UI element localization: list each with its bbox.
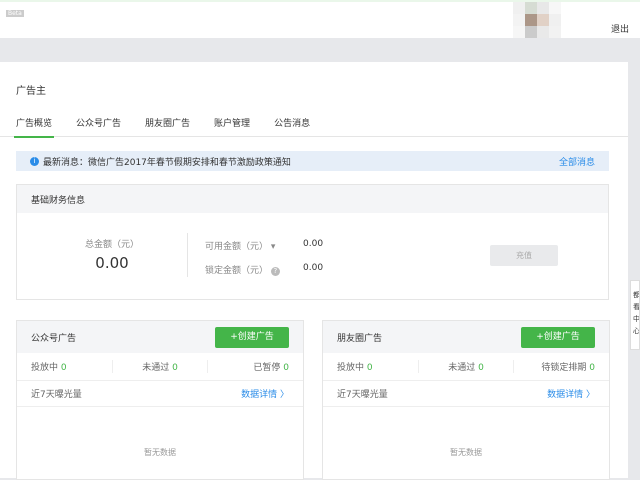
available-label: 可用金额（元） <box>205 242 269 252</box>
stat-running[interactable]: 投放中 0 <box>323 360 419 373</box>
tab-moments-ads[interactable]: 朋友圈广告 <box>145 116 190 137</box>
page-title: 广告主 <box>16 86 46 97</box>
stat-running[interactable]: 投放中 0 <box>17 360 113 373</box>
notice-bar: i 最新消息：微信广告2017年春节假期安排和春节激励政策通知 全部消息 <box>16 151 609 171</box>
create-ad-button[interactable]: +创建广告 <box>215 326 289 348</box>
stat-pending-schedule[interactable]: 待锁定排期 0 <box>514 360 609 373</box>
side-popup[interactable]: 都看中心 <box>630 280 640 350</box>
official-ads-title: 公众号广告 <box>31 333 77 344</box>
stat-rejected[interactable]: 未通过 0 <box>419 360 515 373</box>
available-value: 0.00 <box>303 239 324 249</box>
help-icon[interactable]: ? <box>270 267 280 276</box>
data-detail-link[interactable]: 数据详情 〉 <box>547 387 595 400</box>
tab-overview[interactable]: 广告概览 <box>13 116 55 138</box>
empty-state: 暂无数据 <box>144 448 176 457</box>
avatar[interactable] <box>513 2 563 40</box>
moments-ads-panel: 朋友圈广告 +创建广告 投放中 0 未通过 0 待锁定排期 0 近7天曝光量 数据详… <box>322 320 610 480</box>
tab-account[interactable]: 账户管理 <box>214 116 250 137</box>
top-bar: Beta 退出 <box>0 0 640 38</box>
available-row: 可用金额（元） ▾ 0.00 <box>205 239 323 252</box>
chevron-right-icon: 〉 <box>279 390 289 400</box>
stat-paused[interactable]: 已暂停 0 <box>208 360 303 373</box>
logout-link[interactable]: 退出 <box>611 22 629 35</box>
moments-ads-title: 朋友圈广告 <box>337 333 383 344</box>
create-ad-button[interactable]: +创建广告 <box>521 326 595 348</box>
tab-messages[interactable]: 公告消息 <box>274 116 310 137</box>
official-ads-panel: 公众号广告 +创建广告 投放中 0 未通过 0 已暂停 0 近7天曝光量 数据详情 … <box>16 320 304 480</box>
total-label: 总金额（元） <box>84 240 139 250</box>
recharge-button[interactable]: 充值 <box>490 245 558 266</box>
finance-panel: 基础财务信息 总金额（元） 0.00 可用金额（元） ▾ 0.00 锁定金额（元… <box>16 184 609 300</box>
finance-title: 基础财务信息 <box>17 185 608 213</box>
chevron-right-icon: 〉 <box>585 390 595 400</box>
info-icon: i <box>30 156 39 166</box>
data-detail-link[interactable]: 数据详情 〉 <box>241 387 289 400</box>
locked-row: 锁定金额（元） ? 0.00 <box>205 263 323 276</box>
main-card: 广告主 广告概览 公众号广告 朋友圈广告 账户管理 公告消息 i 最新消息：微信… <box>0 62 628 480</box>
divider <box>187 233 188 277</box>
exposure-label: 近7天曝光量 <box>337 390 388 400</box>
locked-label: 锁定金额（元） <box>205 266 269 276</box>
all-messages-link[interactable]: 全部消息 <box>559 155 595 168</box>
tab-bar: 广告概览 公众号广告 朋友圈广告 账户管理 公告消息 <box>0 116 628 138</box>
tab-official-ads[interactable]: 公众号广告 <box>76 116 121 137</box>
locked-value: 0.00 <box>303 263 324 273</box>
exposure-label: 近7天曝光量 <box>31 390 82 400</box>
empty-state: 暂无数据 <box>450 448 482 457</box>
stat-rejected[interactable]: 未通过 0 <box>113 360 209 373</box>
total-amount: 总金额（元） 0.00 <box>67 237 157 272</box>
total-value: 0.00 <box>95 254 129 272</box>
beta-badge: Beta <box>6 10 24 17</box>
chevron-down-icon[interactable]: ▾ <box>271 242 276 252</box>
notice-text[interactable]: 最新消息：微信广告2017年春节假期安排和春节激励政策通知 <box>43 155 291 168</box>
